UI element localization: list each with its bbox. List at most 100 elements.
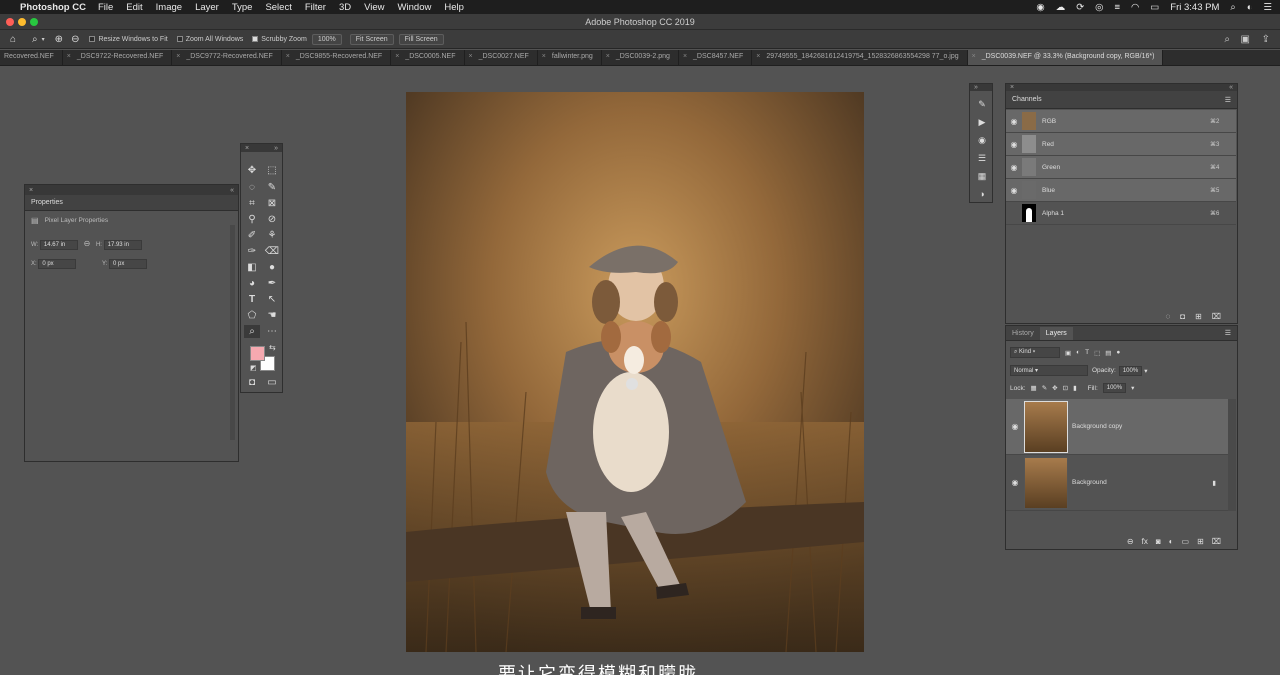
scrubby-zoom-checkbox[interactable]: Scrubby Zoom — [252, 36, 307, 43]
menu-window[interactable]: Window — [398, 2, 432, 13]
marquee-tool-icon[interactable]: ⬚ — [264, 164, 280, 177]
zoom-tool-icon[interactable]: ⌕ — [32, 34, 38, 45]
channel-row[interactable]: ◉ RGB ⌘2 — [1006, 110, 1236, 133]
document-canvas[interactable] — [406, 92, 864, 652]
path-selection-tool-icon[interactable]: ↖ — [264, 293, 280, 306]
close-icon[interactable]: × — [29, 187, 33, 194]
tab-document[interactable]: Recovered.NEF — [0, 50, 63, 65]
panel-menu-icon[interactable]: ☰ — [1225, 329, 1231, 337]
swap-colors-icon[interactable]: ⇆ — [269, 343, 276, 352]
channels-tab[interactable]: Channels ☰ — [1006, 91, 1237, 109]
height-field[interactable]: 17.93 in — [103, 240, 142, 250]
tab-history[interactable]: History — [1006, 330, 1040, 337]
shape-filter-icon[interactable]: ⬚ — [1094, 349, 1100, 357]
layer-row[interactable]: ◉ Background ▮ — [1006, 455, 1228, 511]
menu-3d[interactable]: 3D — [339, 2, 351, 13]
zoom-in-icon[interactable]: ⊕ — [55, 34, 63, 45]
eyedropper-tool-icon[interactable]: ⚲ — [244, 213, 260, 226]
eye-status-icon[interactable]: ◎ — [1095, 2, 1103, 13]
smart-object-filter-icon[interactable]: ▤ — [1105, 349, 1111, 357]
color-wheel-icon[interactable]: ◑ — [975, 189, 989, 201]
lock-image-icon[interactable]: ✎ — [1042, 384, 1047, 392]
link-icon[interactable]: ⊖ — [84, 239, 91, 248]
record-icon[interactable]: ◉ — [1036, 2, 1044, 13]
new-channel-icon[interactable]: ⊞ — [1195, 312, 1202, 321]
layers-scrollbar[interactable] — [1228, 399, 1236, 511]
y-field[interactable]: 0 px — [109, 259, 148, 269]
close-icon[interactable]: × — [176, 53, 180, 60]
character-icon[interactable]: ◉ — [975, 135, 989, 147]
tab-document[interactable]: × fallwinter.png — [538, 50, 602, 65]
menu-file[interactable]: File — [98, 2, 113, 13]
brush-tool-icon[interactable]: ✐ — [244, 229, 260, 242]
close-icon[interactable]: × — [469, 53, 473, 60]
clone-stamp-tool-icon[interactable]: ⚘ — [264, 229, 280, 242]
properties-scrollbar[interactable] — [230, 225, 235, 440]
tab-document[interactable]: × _DSC9722-Recovered.NEF — [63, 50, 173, 65]
tab-document[interactable]: × _DSC0005.NEF — [391, 50, 465, 65]
new-layer-icon[interactable]: ⊞ — [1197, 537, 1204, 546]
quick-select-tool-icon[interactable]: ✎ — [264, 181, 280, 194]
adjustments-icon[interactable]: ☰ — [975, 153, 989, 165]
more-tools-icon[interactable]: ⋯ — [264, 325, 280, 338]
move-tool-icon[interactable]: ✥ — [244, 164, 260, 177]
visibility-eye-icon[interactable]: ◉ — [1006, 117, 1022, 126]
collapse-icon[interactable]: » — [274, 145, 278, 152]
adjustment-filter-icon[interactable]: ◐ — [1076, 349, 1080, 356]
battery-icon[interactable]: ▭ — [1150, 2, 1159, 13]
lock-transparent-icon[interactable]: ▦ — [1031, 384, 1037, 392]
tab-document[interactable]: × _DSC8457.NEF — [679, 50, 753, 65]
lock-all-icon[interactable]: ▮ — [1073, 384, 1077, 392]
panel-menu-icon[interactable]: ☰ — [1225, 96, 1231, 104]
channel-row[interactable]: ◉ Green ⌘4 — [1006, 156, 1236, 179]
wifi-icon[interactable]: ◠ — [1131, 2, 1139, 13]
clock[interactable]: Fri 3:43 PM — [1170, 2, 1219, 13]
close-icon[interactable]: × — [1010, 84, 1014, 91]
lock-artboard-icon[interactable]: ⊡ — [1063, 384, 1068, 392]
visibility-eye-icon[interactable]: ◉ — [1006, 163, 1022, 172]
close-icon[interactable]: × — [756, 53, 760, 60]
hand-tool-icon[interactable]: ☚ — [264, 309, 280, 322]
notification-center-icon[interactable]: ☰ — [1263, 2, 1272, 13]
width-field[interactable]: 14.67 in — [39, 240, 78, 250]
visibility-eye-icon[interactable]: ◉ — [1006, 186, 1022, 195]
visibility-eye-icon[interactable]: ◉ — [1006, 422, 1024, 431]
brush-settings-icon[interactable]: ✎ — [975, 99, 989, 111]
app-name[interactable]: Photoshop CC — [20, 2, 86, 13]
resize-windows-checkbox[interactable]: Resize Windows to Fit — [89, 36, 168, 43]
home-icon[interactable]: ⌂ — [10, 34, 16, 45]
type-filter-icon[interactable]: T — [1085, 349, 1089, 356]
zoom-all-windows-checkbox[interactable]: Zoom All Windows — [176, 36, 243, 43]
zoom-tool-icon[interactable]: ⌕ — [244, 325, 260, 338]
tab-document[interactable]: × _DSC9772-Recovered.NEF — [172, 50, 282, 65]
tab-document[interactable]: × 29749555_1842681612419754_1528326863554… — [752, 50, 968, 65]
actions-play-icon[interactable]: ▶ — [975, 117, 989, 129]
channel-row[interactable]: ◉ Blue ⌘5 — [1006, 179, 1236, 202]
layer-row[interactable]: ◉ Background copy — [1006, 399, 1228, 455]
channel-row[interactable]: ◉ Red ⌘3 — [1006, 133, 1236, 156]
pixel-filter-icon[interactable]: ▣ — [1065, 349, 1071, 357]
chevron-down-icon[interactable]: ▾ — [1144, 367, 1147, 375]
share-icon[interactable]: ⇪ — [1262, 34, 1270, 45]
blend-mode-select[interactable]: Normal ▾ — [1010, 365, 1088, 376]
visibility-eye-icon[interactable]: ◉ — [1006, 478, 1024, 487]
pen-tool-icon[interactable]: ✒ — [264, 277, 280, 290]
close-icon[interactable]: × — [286, 53, 290, 60]
properties-tab[interactable]: Properties — [25, 195, 238, 211]
dodge-tool-icon[interactable]: ◕ — [244, 277, 260, 290]
menu-type[interactable]: Type — [232, 2, 253, 13]
history-brush-tool-icon[interactable]: ✑ — [244, 245, 260, 258]
collapse-icon[interactable]: « — [1229, 84, 1233, 91]
close-icon[interactable]: × — [606, 53, 610, 60]
user-icon[interactable]: ◐ — [1247, 2, 1253, 13]
blur-tool-icon[interactable]: ● — [264, 261, 280, 274]
fill-screen-button[interactable]: Fill Screen — [398, 33, 444, 45]
zoom-100-button[interactable]: 100% — [311, 33, 342, 45]
frame-tool-icon[interactable]: ⊠ — [264, 197, 280, 210]
eraser-tool-icon[interactable]: ⌫ — [264, 245, 280, 258]
filter-toggle-icon[interactable]: ● — [1116, 349, 1120, 356]
creative-cloud-icon[interactable]: ☁ — [1056, 2, 1066, 13]
close-icon[interactable]: × — [245, 145, 249, 152]
visibility-eye-icon[interactable]: ◉ — [1006, 140, 1022, 149]
foreground-color-swatch[interactable] — [250, 346, 265, 361]
